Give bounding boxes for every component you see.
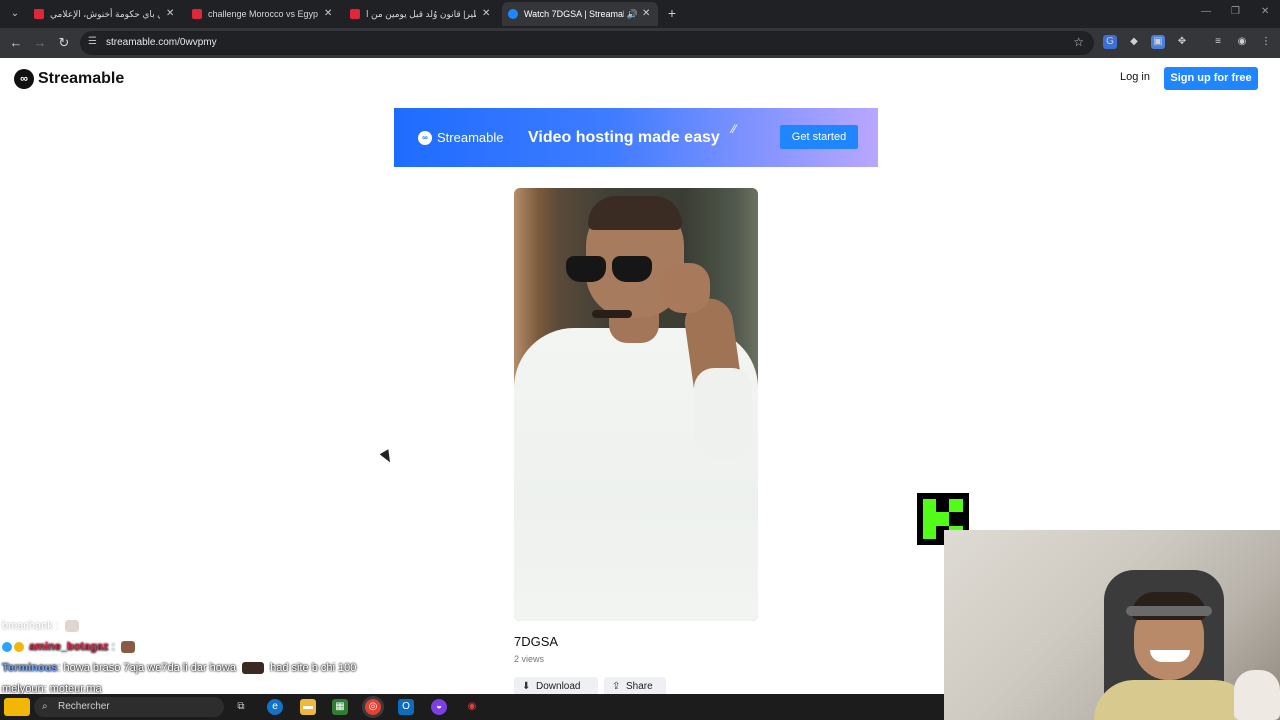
browser-tab-active[interactable]: Watch 7DGSA | Streamable 🔊 ✕ bbox=[502, 2, 658, 26]
login-link[interactable]: Log in bbox=[1120, 71, 1150, 83]
logo-text: Streamable bbox=[38, 70, 125, 87]
image-extension-icon[interactable]: ▣ bbox=[1151, 35, 1165, 49]
emote-icon bbox=[120, 641, 135, 654]
download-label: Download bbox=[536, 681, 581, 692]
url-text[interactable]: streamable.com/0wvpmy bbox=[106, 31, 217, 55]
chat-text-tail: had site b chi 100 bbox=[270, 662, 357, 674]
diamond-extension-icon[interactable]: ◆ bbox=[1127, 35, 1141, 49]
obs-record-icon[interactable]: ◉ bbox=[464, 699, 480, 715]
video-figure-hair bbox=[588, 196, 682, 230]
video-figure-mustache bbox=[592, 310, 632, 318]
forward-arrow-icon[interactable]: → bbox=[31, 34, 49, 52]
site-info-icon[interactable]: ☰ bbox=[88, 36, 100, 48]
video-views: 2 views bbox=[514, 654, 545, 664]
profile-icon[interactable]: ◉ bbox=[1235, 35, 1249, 49]
banner-brand: Streamable bbox=[437, 130, 504, 145]
close-window-icon[interactable]: ✕ bbox=[1261, 6, 1269, 17]
chat-username: bmachank bbox=[2, 620, 53, 632]
close-tab-icon[interactable]: ✕ bbox=[482, 2, 492, 26]
chat-text: : howa braso 7aja we7da li dar howa bbox=[57, 662, 236, 674]
back-arrow-icon[interactable]: ← bbox=[7, 34, 25, 52]
emote-icon bbox=[64, 620, 79, 633]
file-explorer-icon[interactable]: ▬ bbox=[300, 699, 316, 715]
translate-extension-icon[interactable]: G bbox=[1103, 35, 1117, 49]
tab-search-menu-icon[interactable]: ⌄ bbox=[6, 5, 24, 23]
video-figure-hand bbox=[662, 263, 710, 313]
audio-playing-icon[interactable]: 🔊 bbox=[627, 2, 638, 26]
extensions-puzzle-icon[interactable]: ✥ bbox=[1175, 35, 1189, 49]
new-tab-button[interactable]: + bbox=[664, 4, 680, 22]
gift-badge-icon bbox=[14, 642, 24, 653]
sub-badge-icon bbox=[2, 642, 12, 653]
browser-tab-3[interactable]: خطير| قانون وُلد قبل يومين من ا ✕ bbox=[344, 2, 498, 26]
browser-tab-bar: ⌄ باي باي حكومة أخنوش، الإعلامي ✕ challe… bbox=[0, 0, 1280, 28]
webcam-overlay bbox=[944, 530, 1280, 720]
tab-title: Watch 7DGSA | Streamable bbox=[524, 9, 624, 19]
chrome-icon[interactable]: ◎ bbox=[365, 699, 381, 715]
youtube-favicon-icon bbox=[192, 9, 202, 19]
browser-tab-1[interactable]: باي باي حكومة أخنوش، الإعلامي ✕ bbox=[28, 2, 182, 26]
chat-message: Terminous: howa braso 7aja we7da li dar … bbox=[2, 658, 356, 679]
signup-button[interactable]: Sign up for free bbox=[1164, 67, 1258, 90]
messenger-icon[interactable]: ◒ bbox=[431, 699, 447, 715]
video-figure-sunglasses bbox=[566, 256, 654, 282]
video-player[interactable] bbox=[514, 188, 758, 621]
headset-icon bbox=[1126, 606, 1212, 616]
minimize-icon[interactable]: — bbox=[1201, 6, 1211, 17]
browser-menu-icon[interactable]: ⋮ bbox=[1259, 35, 1273, 49]
streamable-favicon-icon bbox=[508, 9, 518, 19]
close-tab-icon[interactable]: ✕ bbox=[324, 2, 334, 26]
tab-title: باي باي حكومة أخنوش، الإعلامي bbox=[50, 9, 160, 19]
search-icon: ⌕ bbox=[42, 701, 48, 712]
media-controls-icon[interactable]: ≡ bbox=[1211, 35, 1225, 49]
mouse-cursor-icon bbox=[379, 449, 395, 465]
tab-title: challenge Morocco vs Egypt bbox=[208, 9, 318, 19]
webcam-shirt bbox=[1094, 680, 1254, 720]
browser-tab-2[interactable]: challenge Morocco vs Egypt ✕ bbox=[186, 2, 340, 26]
sparkle-icon: ⁄⁄ bbox=[732, 122, 737, 136]
edge-browser-icon[interactable]: e bbox=[267, 699, 283, 715]
emote-icon bbox=[242, 662, 265, 675]
weather-widget-icon[interactable] bbox=[4, 698, 30, 716]
chat-username: Terminous bbox=[2, 662, 58, 674]
streamable-logo-icon: ∞ bbox=[14, 69, 34, 89]
get-started-button[interactable]: Get started bbox=[780, 125, 858, 149]
bookmark-star-icon[interactable]: ☆ bbox=[1073, 35, 1084, 49]
search-placeholder: Rechercher bbox=[58, 701, 110, 712]
share-label: Share bbox=[626, 681, 653, 692]
webcam-smile bbox=[1150, 650, 1190, 662]
maximize-icon[interactable]: ❐ bbox=[1231, 6, 1240, 17]
browser-toolbar: ← → ↻ ☰ streamable.com/0wvpmy ☆ G ◆ ▣ ✥ … bbox=[0, 28, 1280, 58]
banner-tagline: Video hosting made easy bbox=[528, 129, 720, 146]
youtube-favicon-icon bbox=[34, 9, 44, 19]
video-title: 7DGSA bbox=[514, 634, 559, 649]
address-bar[interactable]: ☰ streamable.com/0wvpmy ☆ bbox=[80, 31, 1094, 55]
webcam-cat bbox=[1234, 670, 1280, 720]
youtube-favicon-icon bbox=[350, 9, 360, 19]
close-tab-icon[interactable]: ✕ bbox=[166, 2, 176, 26]
promo-banner[interactable]: ∞ Streamable Video hosting made easy ⁄⁄ … bbox=[394, 108, 878, 167]
chat-message: amine_botagaz : bbox=[2, 637, 356, 658]
store-icon[interactable]: ▦ bbox=[332, 699, 348, 715]
task-view-icon[interactable]: ⧉ bbox=[233, 699, 249, 715]
close-tab-icon[interactable]: ✕ bbox=[642, 2, 652, 26]
taskbar-search[interactable]: ⌕ Rechercher bbox=[34, 697, 224, 717]
video-figure-sleeve bbox=[694, 368, 752, 458]
streamable-banner-logo-icon: ∞ bbox=[418, 131, 432, 145]
outlook-icon[interactable]: O bbox=[398, 699, 414, 715]
tab-title: خطير| قانون وُلد قبل يومين من ا bbox=[366, 9, 476, 19]
stream-chat-overlay: bmachank : amine_botagaz : Terminous: ho… bbox=[2, 616, 356, 700]
reload-icon[interactable]: ↻ bbox=[55, 34, 73, 52]
chat-username: amine_botagaz bbox=[29, 641, 109, 653]
windows-taskbar: ⌕ Rechercher ⧉ e ▬ ▦ ◎ O ◒ ◉ bbox=[0, 694, 944, 720]
chat-message: bmachank : bbox=[2, 616, 356, 637]
